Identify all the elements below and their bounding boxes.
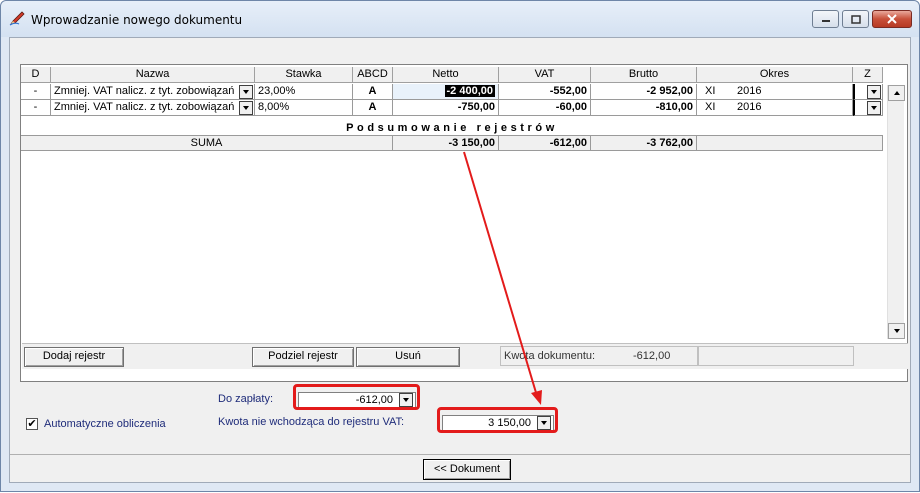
cell-netto[interactable]: -2 400,00 — [393, 84, 499, 100]
titlebar: Wprowadzanie nowego dokumentu — [1, 1, 919, 37]
cell-vat[interactable]: -60,00 — [499, 100, 591, 116]
suma-row: SUMA -3 150,00 -612,00 -3 762,00 — [21, 135, 883, 151]
header-brutto: Brutto — [591, 67, 697, 83]
cell-z[interactable] — [853, 100, 883, 116]
remove-button[interactable]: Usuń — [356, 347, 460, 367]
okres-month: XI — [705, 101, 716, 113]
nazwa-dropdown[interactable] — [239, 85, 253, 99]
header-nazwa: Nazwa — [51, 67, 255, 83]
auto-calc-label: Automatyczne obliczenia — [44, 418, 166, 430]
okres-year: 2016 — [737, 85, 762, 97]
chevron-down-icon — [871, 106, 877, 110]
close-button[interactable] — [872, 10, 912, 28]
cell-vat[interactable]: -552,00 — [499, 84, 591, 100]
suma-vat: -612,00 — [499, 135, 591, 151]
header-okres: Okres — [697, 67, 853, 83]
cell-nazwa[interactable]: Zmniej. VAT nalicz. z tyt. zobowiązań — [51, 84, 255, 100]
to-pay-label: Do zapłaty: — [218, 393, 274, 405]
doc-amount-label: Kwota dokumentu: — [504, 350, 596, 362]
cell-abcd[interactable]: A — [353, 84, 393, 100]
okres-month: XI — [705, 85, 716, 97]
cell-brutto[interactable]: -810,00 — [591, 100, 697, 116]
maximize-button[interactable] — [842, 10, 869, 28]
arrow-up-icon — [893, 91, 900, 95]
doc-amount-box: Kwota dokumentu: -612,00 — [500, 346, 698, 366]
minimize-button[interactable] — [812, 10, 839, 28]
auto-calc-checkbox[interactable]: ✔ — [26, 418, 38, 430]
minimize-icon — [821, 20, 830, 22]
window: Wprowadzanie nowego dokumentu D Nazwa St… — [0, 0, 920, 492]
header-z: Z — [853, 67, 883, 83]
grid-footer: Dodaj rejestr Podziel rejestr Usuń Kwota… — [22, 343, 908, 369]
suma-label: SUMA — [21, 135, 393, 151]
bottom-bar: << Dokument — [10, 454, 910, 482]
chevron-down-icon — [243, 90, 249, 94]
app-pencil-icon — [9, 11, 25, 26]
back-to-document-button[interactable]: << Dokument — [423, 459, 511, 480]
cell-brutto[interactable]: -2 952,00 — [591, 84, 697, 100]
suma-netto: -3 150,00 — [393, 135, 499, 151]
suma-empty — [697, 135, 883, 151]
cell-d[interactable]: - — [21, 84, 51, 100]
cell-netto[interactable]: -750,00 — [393, 100, 499, 116]
nazwa-text: Zmniej. VAT nalicz. z tyt. zobowiązań — [54, 85, 235, 97]
header-vat: VAT — [499, 67, 591, 83]
vertical-scrollbar[interactable] — [887, 85, 905, 339]
table-header: D Nazwa Stawka ABCD Netto VAT Brutto Okr… — [21, 67, 883, 83]
summary-title: Podsumowanie rejestrów — [346, 122, 558, 134]
scroll-up-button[interactable] — [888, 85, 905, 101]
netto-selected-text: -2 400,00 — [444, 85, 495, 97]
maximize-icon — [850, 14, 861, 24]
to-pay-highlight — [293, 384, 420, 410]
table-row[interactable]: - Zmniej. VAT nalicz. z tyt. zobowiązań … — [21, 84, 883, 100]
cell-d[interactable]: - — [21, 100, 51, 116]
scroll-down-button[interactable] — [888, 323, 905, 339]
nazwa-text: Zmniej. VAT nalicz. z tyt. zobowiązań — [54, 101, 235, 113]
cell-nazwa[interactable]: Zmniej. VAT nalicz. z tyt. zobowiązań — [51, 100, 255, 116]
cell-stawka[interactable]: 8,00% — [255, 100, 353, 116]
window-title: Wprowadzanie nowego dokumentu — [31, 13, 243, 27]
add-register-button[interactable]: Dodaj rejestr — [24, 347, 124, 367]
close-icon — [887, 14, 897, 24]
suma-brutto: -3 762,00 — [591, 135, 697, 151]
split-register-button[interactable]: Podziel rejestr — [252, 347, 354, 367]
chevron-down-icon — [243, 106, 249, 110]
okres-year: 2016 — [737, 101, 762, 113]
doc-amount-value: -612,00 — [633, 350, 671, 362]
arrow-down-icon — [893, 329, 900, 333]
cell-stawka[interactable]: 23,00% — [255, 84, 353, 100]
footer-empty-cell — [698, 346, 854, 366]
cell-okres[interactable]: XI 2016 — [697, 100, 853, 116]
nazwa-dropdown[interactable] — [239, 101, 253, 115]
chevron-down-icon — [871, 90, 877, 94]
header-stawka: Stawka — [255, 67, 353, 83]
header-abcd: ABCD — [353, 67, 393, 83]
z-dropdown[interactable] — [867, 101, 881, 115]
cell-okres[interactable]: XI 2016 — [697, 84, 853, 100]
not-vat-label: Kwota nie wchodząca do rejestru VAT: — [218, 416, 405, 428]
z-dropdown[interactable] — [867, 85, 881, 99]
cell-abcd[interactable]: A — [353, 100, 393, 116]
not-vat-highlight — [437, 407, 558, 433]
cell-z[interactable] — [853, 84, 883, 100]
table-row[interactable]: - Zmniej. VAT nalicz. z tyt. zobowiązań … — [21, 100, 883, 116]
header-d: D — [21, 67, 51, 83]
register-grid: D Nazwa Stawka ABCD Netto VAT Brutto Okr… — [20, 64, 908, 382]
header-netto: Netto — [393, 67, 499, 83]
